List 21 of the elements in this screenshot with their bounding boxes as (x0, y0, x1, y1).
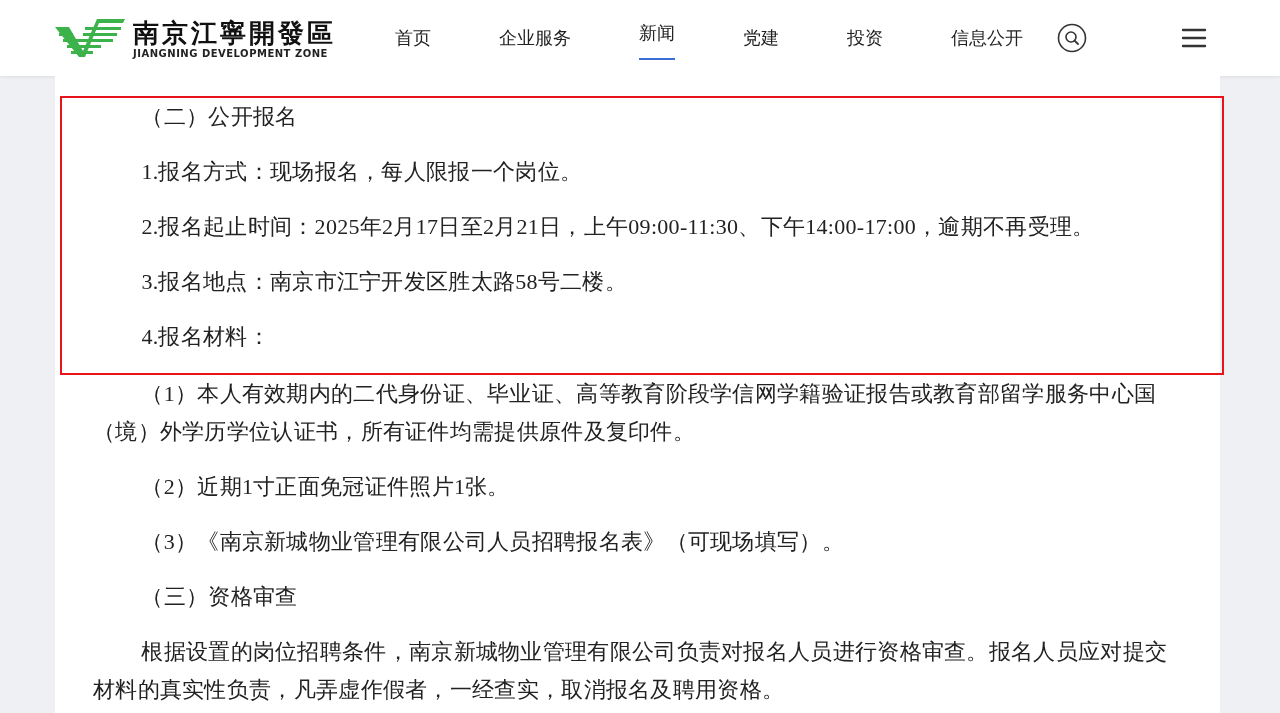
article-paragraph: （三）资格审查 (140, 583, 299, 611)
article-paragraph: （2）近期1寸正面免冠证件照片1张。 (140, 473, 511, 501)
logo-subtitle: JIANGNING DEVELOPMENT ZONE (133, 47, 329, 59)
article-paragraph: 根据设置的岗位招聘条件，南京新城物业管理有限公司负责对报名人员进行资格审查。报名人员应对提交材料的真实性负责，凡弄虚作假者，一经查实，取消报名及聘用资格。 (93, 638, 1169, 704)
nav-link[interactable]: 信息公开 (951, 0, 1023, 76)
article-paragraph: （3）《南京新城物业管理有限公司人员招聘报名表》（可现场填写）。 (140, 528, 845, 556)
nav-link[interactable]: 新闻 (639, 4, 675, 60)
article-paragraph: 3.报名地点：南京市江宁开发区胜太路58号二楼。 (140, 268, 629, 296)
article-paragraph: （二）公开报名 (140, 103, 299, 131)
article-paragraph: 4.报名材料： (140, 323, 271, 351)
nav-link[interactable]: 党建 (743, 0, 779, 76)
nav-link[interactable]: 企业服务 (499, 0, 571, 76)
article-paragraph: 2.报名起止时间：2025年2月17日至2月21日，上午09:00-11:30、下午14:00-17:00，逾期不再受理。 (140, 213, 1096, 241)
logo-title: 南京江寧開發區 (133, 17, 336, 48)
nav-link[interactable]: 投资 (847, 0, 883, 76)
article-paragraph: （1）本人有效期内的二代身份证、毕业证、高等教育阶段学信网学籍验证报告或教育部留学服务中心国（境）外学历学位认证书，所有证件均需提供原件及复印件。 (93, 380, 1158, 446)
menu-icon[interactable] (1181, 27, 1207, 49)
search-icon[interactable] (1057, 23, 1087, 53)
article-paragraph: 1.报名方式：现场报名，每人限报一个岗位。 (140, 158, 584, 186)
logo-icon (55, 17, 125, 59)
nav-link[interactable]: 首页 (395, 0, 431, 76)
